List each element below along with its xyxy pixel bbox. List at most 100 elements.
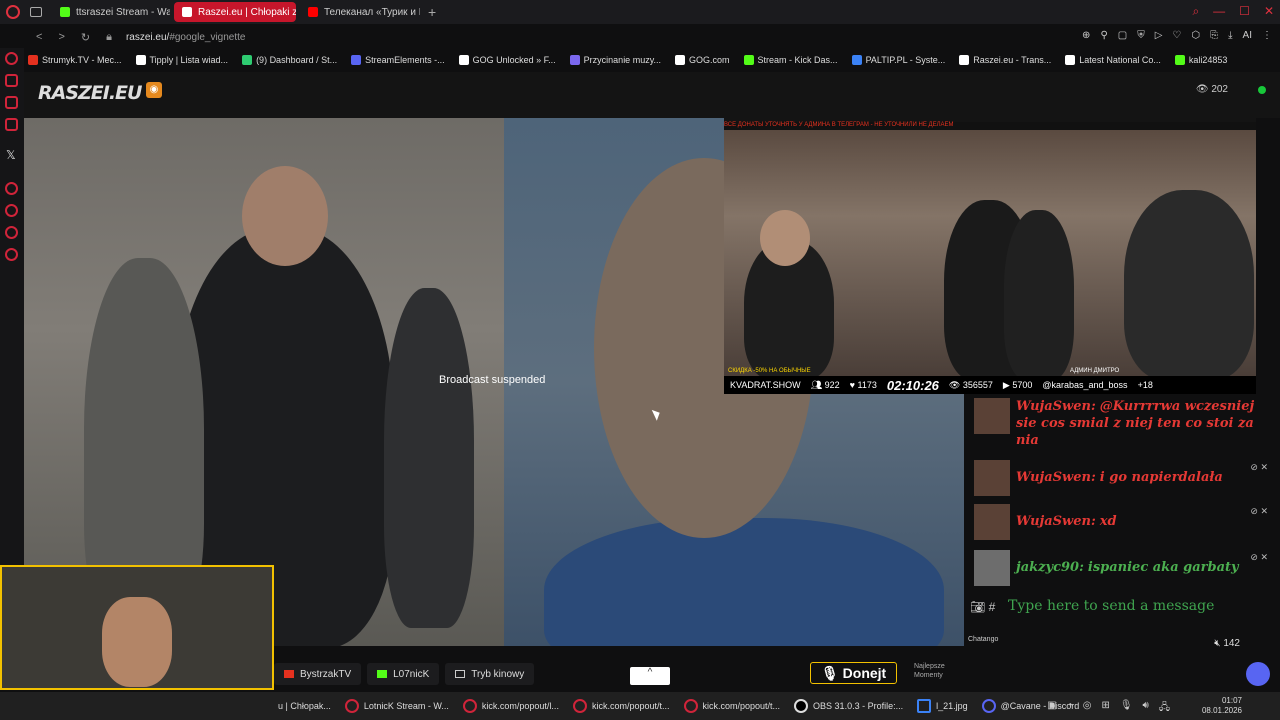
- bookmark-item[interactable]: Latest National Co...: [1065, 55, 1161, 65]
- site-logo[interactable]: RASZEI.EU: [38, 82, 142, 104]
- taskbar-item[interactable]: kick.com/popout/l...: [457, 692, 565, 720]
- bookmark-item[interactable]: Stream - Kick Das...: [743, 55, 838, 65]
- overlay-likes: ♥ 1173: [849, 380, 877, 390]
- chat-user-count: 🔇︎ 142: [1214, 638, 1240, 649]
- pinboard-icon[interactable]: [5, 226, 18, 239]
- bookmark-item[interactable]: GOG.com: [675, 55, 730, 65]
- new-tab-button[interactable]: +: [428, 4, 436, 20]
- bookmark-item[interactable]: StreamElements -...: [351, 55, 445, 65]
- taskbar-item[interactable]: kick.com/popout/t...: [678, 692, 787, 720]
- overlay-time: 02:10:26: [886, 377, 939, 393]
- overlay-discount: СКИДКА -50% НА ОБЫЧНЫЕ: [728, 368, 811, 374]
- page-bottom-bar: BystrzakTV L07nicK Tryb kinowy ^ 🎙︎ Done…: [274, 660, 1280, 688]
- maximize-icon[interactable]: ☐: [1239, 4, 1250, 19]
- taskbar-item[interactable]: l_21.jpg: [911, 692, 974, 720]
- opera-icon: [344, 699, 359, 713]
- camera-icon[interactable]: 📷︎ #: [970, 600, 995, 614]
- overlay-eye: 👁︎ 356557: [948, 379, 993, 390]
- scroll-up-button[interactable]: ^: [630, 667, 670, 685]
- history-icon[interactable]: [5, 204, 18, 217]
- person-shirt: [544, 518, 944, 646]
- bystrzak-button[interactable]: BystrzakTV: [274, 663, 362, 685]
- tab-telekanal[interactable]: Телеканал «Турик и К: [300, 2, 420, 22]
- overlay-banner: ВСЕ ДОНАТЫ УТОЧНЯТЬ У АДМИНА В ТЕЛЕГРАМ …: [724, 122, 1256, 130]
- obs-icon: [794, 699, 809, 713]
- bookmark-item[interactable]: Strumyk.TV - Mec...: [28, 55, 122, 65]
- kick-favicon-icon: [60, 7, 70, 17]
- refresh-sidebar-icon[interactable]: [5, 52, 18, 65]
- lotnick-button[interactable]: L07nicK: [367, 663, 440, 685]
- tray-app-icon[interactable]: ◎: [1083, 700, 1092, 717]
- rss-icon[interactable]: ◉: [146, 82, 162, 98]
- taskbar-item[interactable]: u | Chłopak...: [272, 692, 337, 720]
- tray-app-icon[interactable]: ◔: [1067, 700, 1073, 717]
- live-indicator: [1258, 86, 1266, 94]
- streamer-face: [102, 597, 172, 687]
- discord-icon[interactable]: [1246, 662, 1270, 686]
- clock[interactable]: 01:07 08.01.2026: [1202, 696, 1242, 716]
- snapshot-icon[interactable]: ▢: [1118, 30, 1127, 41]
- raszei-favicon-icon: [182, 7, 192, 17]
- bookmark-item[interactable]: Tipply | Lista wiad...: [135, 55, 228, 65]
- tray-app-icon[interactable]: ▣: [1047, 700, 1056, 717]
- player-sidebar-icon[interactable]: [5, 118, 18, 131]
- play-icon[interactable]: ▷: [1155, 30, 1163, 41]
- tray-app-icon[interactable]: ⊞: [1101, 700, 1109, 717]
- taskbar-item[interactable]: kick.com/popout/t...: [567, 692, 676, 720]
- zoom-icon[interactable]: ⊕: [1082, 30, 1090, 41]
- person-figure: [384, 288, 474, 628]
- chat-username[interactable]: jakzyc90:: [1016, 560, 1084, 575]
- volume-icon[interactable]: 🔊︎: [1143, 700, 1149, 717]
- extensions-icon[interactable]: ⬡: [1191, 30, 1200, 41]
- menu-icon[interactable]: ⋮: [1262, 30, 1272, 41]
- tab-menu-icon[interactable]: [30, 7, 42, 17]
- tab-kick[interactable]: ttsraszei Stream - Watch l: [52, 2, 170, 22]
- network-icon[interactable]: 🖧︎: [1159, 700, 1170, 717]
- cinema-mode-button[interactable]: Tryb kinowy: [445, 663, 535, 685]
- close-icon[interactable]: ✕: [1264, 4, 1274, 19]
- overlay-viewers: 👥︎ 922: [810, 379, 840, 390]
- bookmark-item[interactable]: GOG Unlocked » F...: [458, 55, 556, 65]
- share-icon[interactable]: ⎘: [1210, 30, 1218, 41]
- cinema-icon: [455, 670, 466, 678]
- media-sidebar-icon[interactable]: [5, 182, 18, 195]
- bookmark-item[interactable]: (9) Dashboard / St...: [242, 55, 337, 65]
- x-twitter-icon[interactable]: 𝕏: [6, 148, 16, 162]
- chat-message: WujaSwen: xd: [974, 504, 1270, 540]
- bookmark-item[interactable]: Przycinanie muzy...: [569, 55, 661, 65]
- bookmark-item[interactable]: Raszei.eu - Trans...: [959, 55, 1051, 65]
- minimize-icon[interactable]: —: [1213, 4, 1225, 19]
- opera-logo-icon[interactable]: [6, 5, 20, 19]
- chat-username[interactable]: WujaSwen:: [1016, 399, 1096, 414]
- messenger-icon[interactable]: [5, 74, 18, 87]
- search-tabs-icon[interactable]: ⌕: [1192, 4, 1199, 19]
- chat-sidebar-icon[interactable]: [5, 96, 18, 109]
- bookmark-item[interactable]: PALTIP.PL - Syste...: [851, 55, 945, 65]
- bookmark-icon: [242, 55, 253, 65]
- donate-button[interactable]: 🎙︎ Donejt: [810, 662, 898, 684]
- ai-icon[interactable]: AI: [1243, 30, 1252, 41]
- bookmark-icon: [569, 55, 580, 65]
- best-moments-button[interactable]: Najlepsze Momenty: [898, 662, 956, 684]
- tab-raszei[interactable]: Raszei.eu | Chłopaki z Ra: [174, 2, 296, 22]
- overlay-stream[interactable]: ВСЕ ДОНАТЫ УТОЧНЯТЬ У АДМИНА В ТЕЛЕГРАМ …: [724, 96, 1256, 394]
- system-tray: ▣ ◔ ◎ ⊞ 🎙︎ 🔊︎ 🖧︎: [1047, 700, 1170, 717]
- microphone-icon[interactable]: 🎙︎: [1120, 700, 1133, 717]
- download-icon[interactable]: ⤓: [1228, 30, 1232, 41]
- settings-icon[interactable]: [5, 248, 18, 261]
- chat-username[interactable]: WujaSwen:: [1016, 514, 1096, 529]
- back-icon[interactable]: <: [36, 31, 42, 43]
- chat-input[interactable]: Type here to send a message: [1008, 598, 1214, 614]
- bookmark-item[interactable]: kali24853: [1174, 55, 1227, 65]
- chat-footer-label[interactable]: Chatango: [968, 636, 998, 643]
- taskbar-item[interactable]: OBS 31.0.3 - Profile:...: [788, 692, 909, 720]
- overlay-admin: АДМИН ДМИТРО: [1070, 368, 1120, 374]
- heart-icon[interactable]: ♡: [1172, 30, 1181, 41]
- forward-icon[interactable]: >: [58, 31, 64, 43]
- url-field[interactable]: raszei.eu/#google_vignette: [126, 32, 246, 43]
- chat-username[interactable]: WujaSwen:: [1016, 470, 1096, 485]
- shield-icon[interactable]: ⛨: [1137, 30, 1145, 41]
- reload-icon[interactable]: ↻: [81, 31, 90, 44]
- pin-icon[interactable]: ⚲: [1100, 30, 1107, 41]
- taskbar-item[interactable]: LotnicK Stream - W...: [339, 692, 455, 720]
